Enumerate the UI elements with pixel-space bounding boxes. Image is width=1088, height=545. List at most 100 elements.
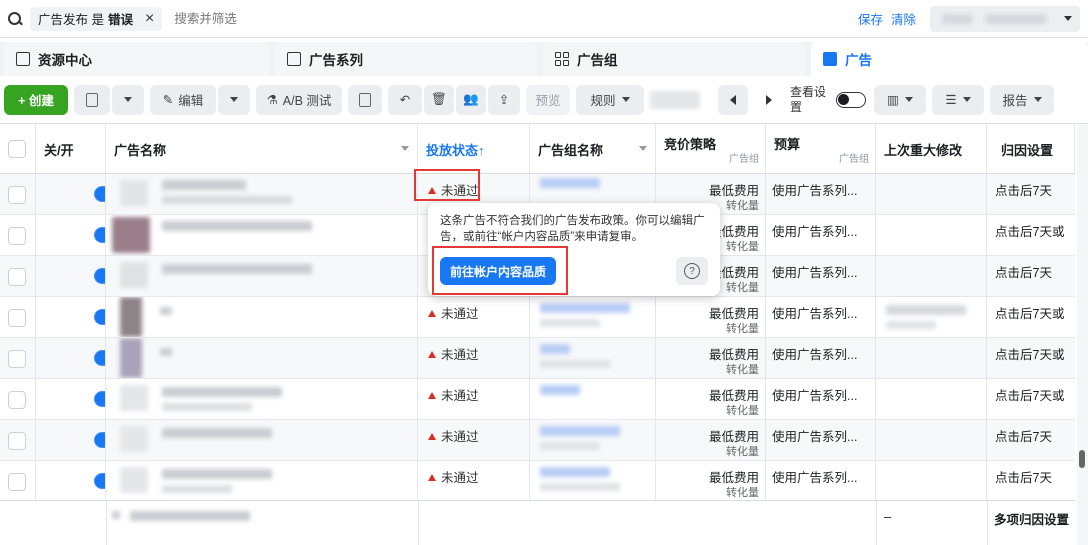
trash-icon: 🗑 xyxy=(431,92,447,106)
clipboard-icon xyxy=(359,92,371,107)
ad-thumbnail xyxy=(120,467,148,493)
go-to-account-quality-button[interactable]: 前往帐户内容品质 xyxy=(440,257,556,285)
scrollbar-thumb[interactable] xyxy=(1079,450,1085,468)
ad-name-cell[interactable] xyxy=(106,461,418,501)
row-checkbox[interactable] xyxy=(8,227,26,245)
adset-name-cell[interactable] xyxy=(530,297,656,337)
tab-label: 广告 xyxy=(845,53,872,68)
header-adset-name[interactable]: 广告组名称 xyxy=(530,124,656,173)
account-selector[interactable] xyxy=(930,5,1080,32)
chevron-down-icon xyxy=(621,97,630,102)
attribution-text: 点击后7天 xyxy=(995,430,1052,444)
table-row[interactable]: 未通过 最低费用 转化量 使用广告系列... 点击后7天或 xyxy=(0,338,1075,379)
ad-name-cell[interactable] xyxy=(106,215,418,255)
report-button[interactable]: 报告 xyxy=(990,84,1054,115)
delete-button[interactable]: 🗑 xyxy=(424,84,454,115)
adset-name-cell[interactable] xyxy=(530,379,656,419)
adset-name-cell[interactable] xyxy=(530,420,656,460)
delivery-toggle[interactable] xyxy=(94,268,105,284)
rules-label: 规则 xyxy=(590,94,616,108)
status-cell[interactable]: 未通过 xyxy=(418,420,530,460)
vertical-scrollbar[interactable] xyxy=(1077,124,1088,545)
ad-thumbnail xyxy=(120,338,142,378)
row-checkbox[interactable] xyxy=(8,350,26,368)
ad-name-cell[interactable] xyxy=(106,297,418,337)
status-cell[interactable]: 未通过 xyxy=(418,338,530,378)
row-checkbox[interactable] xyxy=(8,186,26,204)
ad-name-cell[interactable] xyxy=(106,256,418,296)
help-button[interactable]: ? xyxy=(676,257,708,285)
view-settings-toggle[interactable] xyxy=(836,91,866,108)
status-cell[interactable]: 未通过 xyxy=(418,297,530,337)
header-attribution[interactable]: 归因设置 xyxy=(987,124,1075,173)
table-row[interactable]: 未通过 最低费用 转化量 使用广告系列... 点击后7天或 xyxy=(0,297,1075,338)
status-cell[interactable]: 未通过 xyxy=(418,379,530,419)
audience-button[interactable]: 👥 xyxy=(456,84,486,115)
adset-name-cell[interactable] xyxy=(530,461,656,501)
undo-button[interactable]: ↶ xyxy=(388,84,422,115)
header-status[interactable]: 投放状态↑ xyxy=(418,124,530,173)
table-row[interactable]: 未通过 最低费用 转化量 使用广告系列... 点击后7天或 xyxy=(0,379,1075,420)
select-all-checkbox[interactable] xyxy=(8,140,26,158)
delivery-toggle[interactable] xyxy=(94,432,105,448)
chevron-down-icon xyxy=(230,97,238,102)
budget-text: 使用广告系列... xyxy=(772,225,858,239)
rules-button[interactable]: 规则 xyxy=(576,84,644,115)
delivery-toggle[interactable] xyxy=(94,186,105,202)
preview-button[interactable]: 预览 xyxy=(526,84,570,115)
adset-id-redacted xyxy=(540,319,600,327)
clipboard-button[interactable] xyxy=(348,84,382,115)
row-checkbox[interactable] xyxy=(8,309,26,327)
delivery-toggle[interactable] xyxy=(94,473,105,489)
duplicate-menu-button[interactable] xyxy=(112,84,144,115)
header-ad-name[interactable]: 广告名称 xyxy=(106,124,418,173)
delivery-toggle[interactable] xyxy=(94,227,105,243)
table-row[interactable]: 未通过 最低费用 转化量 使用广告系列... 点击后7天 xyxy=(0,420,1075,461)
save-filter-link[interactable]: 保存 xyxy=(858,9,883,28)
tab-resource-center[interactable]: 资源中心 xyxy=(4,42,269,76)
summary-redacted xyxy=(130,511,250,521)
edit-button[interactable]: ✎ 编辑 xyxy=(150,84,216,115)
duplicate-button[interactable] xyxy=(74,84,110,115)
tab-ads[interactable]: 广告 xyxy=(811,42,1088,76)
header-bid-label: 竞价策略 xyxy=(664,137,717,152)
ad-name-cell[interactable] xyxy=(106,379,418,419)
columns-button[interactable]: ▥ xyxy=(874,84,926,115)
row-checkbox[interactable] xyxy=(8,473,26,491)
row-checkbox[interactable] xyxy=(8,391,26,409)
create-button[interactable]: + 创建 xyxy=(4,84,68,115)
tab-campaigns[interactable]: 广告系列 xyxy=(275,42,537,76)
status-cell[interactable]: 未通过 xyxy=(418,461,530,501)
header-budget[interactable]: 预算 广告组 xyxy=(766,124,876,173)
breakdown-icon: ☰ xyxy=(945,93,957,107)
breakdown-button[interactable]: ☰ xyxy=(932,84,984,115)
search-input[interactable] xyxy=(174,11,858,26)
date-range-redacted xyxy=(650,90,700,109)
header-bid[interactable]: 竞价策略 广告组 xyxy=(656,124,766,173)
export-button[interactable]: ⇪ xyxy=(488,84,520,115)
next-button[interactable] xyxy=(754,84,784,115)
ad-thumbnail xyxy=(120,426,148,452)
summary-attribution: 多项归因设置 xyxy=(994,513,1070,527)
row-checkbox[interactable] xyxy=(8,432,26,450)
row-checkbox[interactable] xyxy=(8,268,26,286)
adset-name-cell[interactable] xyxy=(530,338,656,378)
header-budget-label: 预算 xyxy=(774,137,801,152)
ad-thumbnail xyxy=(120,262,148,288)
delivery-toggle[interactable] xyxy=(94,309,105,325)
tab-adsets[interactable]: 广告组 xyxy=(543,42,805,76)
ad-name-cell[interactable] xyxy=(106,420,418,460)
clear-filter-link[interactable]: 清除 xyxy=(891,9,916,28)
previous-button[interactable] xyxy=(718,84,748,115)
header-last-edit[interactable]: 上次重大修改 xyxy=(876,124,987,173)
filter-chip[interactable]: 广告发布 是 错误 × xyxy=(30,6,163,31)
warning-icon xyxy=(428,187,436,194)
delivery-toggle[interactable] xyxy=(94,350,105,366)
close-icon[interactable]: × xyxy=(145,10,154,28)
ab-test-button[interactable]: ⚗ A/B 测试 xyxy=(256,84,342,115)
ad-name-cell[interactable] xyxy=(106,338,418,378)
edit-menu-button[interactable] xyxy=(218,84,250,115)
delivery-toggle[interactable] xyxy=(94,391,105,407)
ad-name-cell[interactable] xyxy=(106,174,418,214)
table-row[interactable]: 未通过 最低费用 转化量 使用广告系列... 点击后7天 xyxy=(0,461,1075,502)
